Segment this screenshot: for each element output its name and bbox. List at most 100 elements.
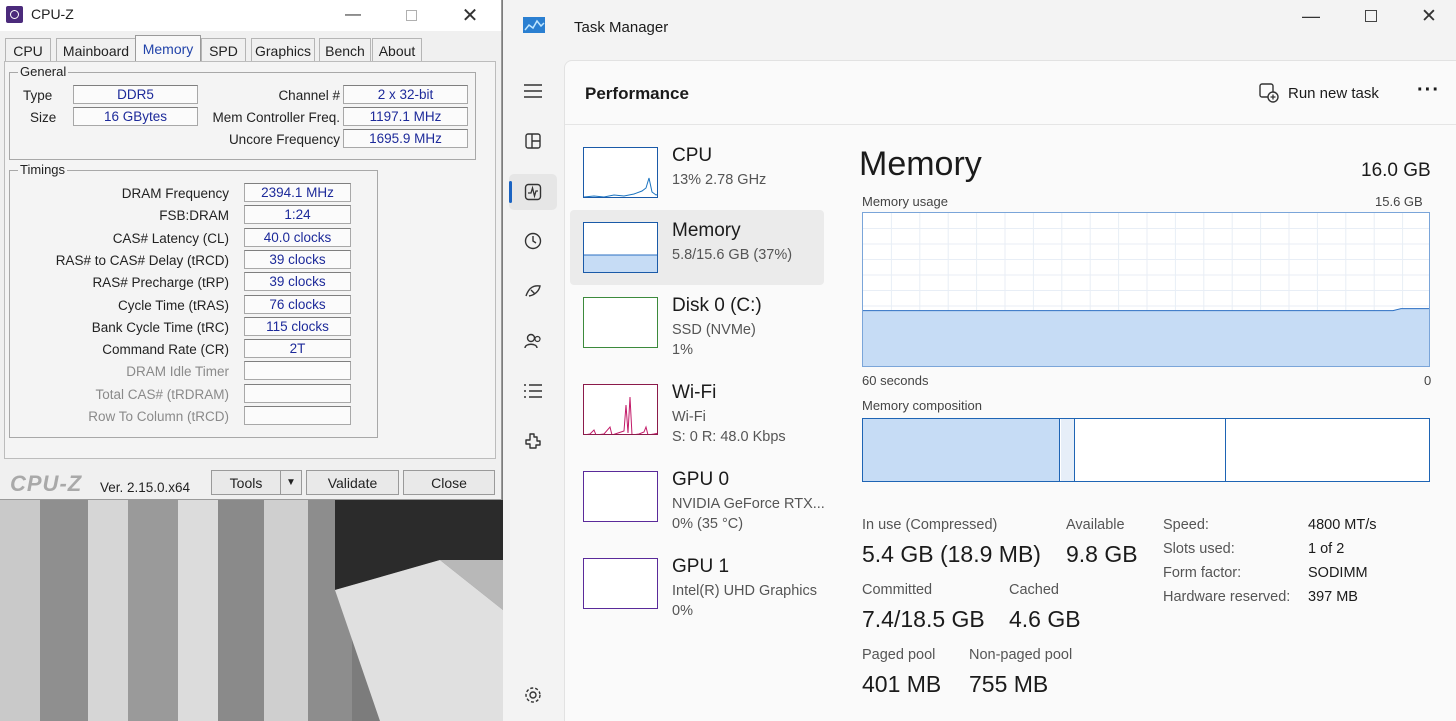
tab-label: Mainboard [62, 42, 130, 59]
more-options-icon[interactable]: ··· [1417, 79, 1440, 102]
app-history-icon[interactable] [520, 228, 546, 254]
memory-usage-label: Memory usage [862, 194, 948, 209]
validate-button-label: Validate [327, 474, 378, 491]
startup-apps-icon[interactable] [520, 278, 546, 304]
resource-name: Disk 0 (C:) [672, 295, 762, 316]
timing-label: Row To Column (tRCD) [88, 409, 229, 424]
details-icon[interactable] [520, 378, 546, 404]
performance-content: Performance Run new task ··· CPU 13% 2.7… [564, 60, 1456, 721]
slots-used-label: Slots used: [1163, 541, 1235, 557]
tab-label: SPD [209, 42, 238, 59]
non-paged-pool-label: Non-paged pool [969, 647, 1073, 663]
timing-label: CAS# Latency (CL) [112, 230, 229, 246]
memory-composition-bar [862, 418, 1430, 482]
cached-label: Cached [1009, 582, 1059, 598]
timing-label: Cycle Time (tRAS) [117, 297, 229, 313]
tab-label: CPU [13, 42, 43, 59]
memory-usage-chart [863, 213, 1429, 366]
size-value: 16 GBytes [73, 107, 198, 126]
channel-value: 2 x 32-bit [343, 85, 468, 104]
tab-spd[interactable]: SPD [201, 38, 246, 62]
resource-name: GPU 0 [672, 469, 730, 490]
uncore-frequency-value: 1695.9 MHz [343, 129, 468, 148]
resource-detail-2: 0% [672, 603, 693, 619]
memory-usage-graph [862, 212, 1430, 367]
cpuz-window: CPU-Z — ✕ CPU Mainboard Memory SPD Graph… [0, 0, 502, 500]
dropdown-arrow-icon: ▼ [286, 477, 296, 488]
resource-detail: 13% 2.78 GHz [672, 172, 767, 188]
run-task-icon [1259, 83, 1279, 103]
hardware-reserved-value: 397 MB [1308, 589, 1358, 605]
tab-graphics[interactable]: Graphics [251, 38, 315, 62]
resource-detail: 5.8/15.6 GB (37%) [672, 247, 793, 263]
users-icon[interactable] [520, 328, 546, 354]
gpu1-thumbnail-graph [583, 558, 658, 609]
tm-minimize-button[interactable]: — [1282, 2, 1340, 30]
available-label: Available [1066, 517, 1125, 533]
form-factor-label: Form factor: [1163, 565, 1242, 581]
timing-value: 2T [244, 339, 351, 359]
processes-icon[interactable] [520, 128, 546, 154]
tools-button-label: Tools [229, 474, 263, 491]
version-label: Ver. 2.15.0.x64 [100, 480, 191, 495]
minimize-button[interactable]: — [323, 0, 383, 30]
resource-detail: Intel(R) UHD Graphics [672, 583, 818, 599]
tab-bench[interactable]: Bench [319, 38, 371, 62]
disk-thumbnail-graph [583, 297, 658, 348]
run-new-task-button[interactable]: Run new task [1258, 81, 1379, 105]
validate-button[interactable]: Validate [306, 470, 399, 495]
group-label-general: General [18, 64, 69, 79]
hardware-reserved-label: Hardware reserved: [1163, 589, 1291, 605]
composition-in-use [863, 419, 1060, 481]
cpuz-titlebar[interactable]: CPU-Z — ✕ [0, 0, 501, 31]
run-new-task-label: Run new task [1288, 84, 1379, 102]
task-manager-title: Task Manager [574, 19, 669, 36]
tab-memory[interactable]: Memory [135, 35, 201, 62]
task-manager-window: Task Manager — ✕ Performance Run new tas… [503, 0, 1456, 721]
settings-gear-icon[interactable] [520, 682, 546, 708]
tab-label: About [378, 42, 416, 59]
tab-cpu[interactable]: CPU [5, 38, 51, 62]
resource-memory[interactable]: Memory 5.8/15.6 GB (37%) [570, 210, 824, 285]
timing-label: RAS# to CAS# Delay (tRCD) [55, 252, 229, 268]
tm-close-button[interactable]: ✕ [1400, 2, 1456, 30]
composition-modified [1061, 419, 1075, 481]
tm-maximize-button[interactable] [1342, 2, 1400, 30]
resource-detail-2: 0% (35 °C) [672, 516, 744, 532]
committed-label: Committed [862, 582, 933, 598]
timing-label: Command Rate (CR) [102, 342, 229, 358]
timing-value: 115 clocks [244, 316, 351, 336]
timing-label: DRAM Idle Timer [126, 364, 229, 380]
timing-value: 39 clocks [244, 272, 351, 292]
timing-label: FSB:DRAM [159, 208, 229, 224]
resource-cpu[interactable]: CPU 13% 2.78 GHz [570, 135, 824, 210]
tab-mainboard[interactable]: Mainboard [56, 38, 136, 62]
resource-disk[interactable]: Disk 0 (C:) SSD (NVMe) 1% [570, 285, 824, 360]
committed-value: 7.4/18.5 GB [862, 606, 985, 632]
close-button-label: Close [431, 474, 467, 491]
form-factor-value: SODIMM [1308, 565, 1368, 581]
cached-value: 4.6 GB [1009, 606, 1081, 632]
timing-value [244, 406, 351, 425]
maximize-button[interactable] [381, 0, 441, 30]
tab-about[interactable]: About [372, 38, 422, 62]
memory-usage-area [863, 308, 1429, 366]
close-window-button[interactable]: ✕ [440, 0, 500, 30]
tools-button[interactable]: Tools [211, 470, 281, 495]
performance-icon[interactable] [520, 179, 546, 205]
close-button[interactable]: Close [403, 470, 495, 495]
resource-gpu0[interactable]: GPU 0 NVIDIA GeForce RTX... 0% (35 °C) [570, 459, 825, 534]
speed-label: Speed: [1163, 517, 1209, 533]
resource-gpu1[interactable]: GPU 1 Intel(R) UHD Graphics 0% [570, 546, 824, 621]
memory-composition-label: Memory composition [862, 398, 982, 413]
resource-detail: SSD (NVMe) [672, 322, 756, 338]
tools-dropdown-button[interactable]: ▼ [280, 470, 302, 495]
resource-wifi[interactable]: Wi-Fi Wi-Fi S: 0 R: 48.0 Kbps [570, 372, 824, 447]
timing-label: RAS# Precharge (tRP) [92, 275, 229, 291]
hamburger-menu-icon[interactable] [520, 78, 546, 104]
tab-label: Graphics [254, 42, 312, 59]
memory-usage-max: 15.6 GB [1375, 194, 1423, 209]
services-icon[interactable] [520, 428, 546, 454]
non-paged-pool-value: 755 MB [969, 671, 1049, 697]
graph-axis-right: 0 [1424, 373, 1432, 388]
